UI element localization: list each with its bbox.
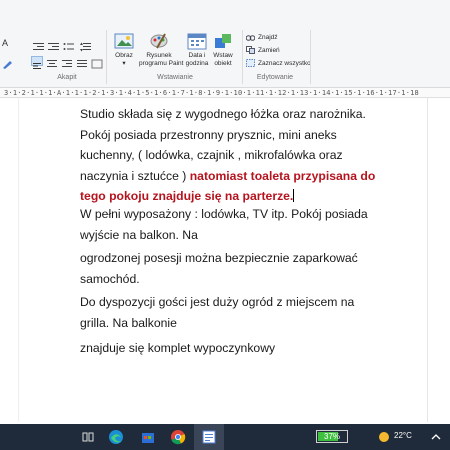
binoculars-icon xyxy=(245,33,256,41)
weather-sun-icon[interactable] xyxy=(376,429,392,445)
battery-percent: 37% xyxy=(324,432,341,441)
text-cursor xyxy=(293,189,295,202)
paragraph-group-label: Akapit xyxy=(57,74,77,81)
justify-icon[interactable] xyxy=(76,56,88,67)
select-all-icon xyxy=(246,59,255,67)
paint-drawing-button[interactable]: Rysunek programu Paint xyxy=(139,32,183,74)
edit-group-label: Edytowanie xyxy=(256,74,294,81)
insert-image-button[interactable]: Obraz ▾ xyxy=(107,32,141,74)
ruler-scale: 3·1·2·1·1·1·A·1·1·1·2·1·3·1·4·1·5·1·6·1·… xyxy=(4,89,419,97)
align-right-icon[interactable] xyxy=(61,56,73,67)
ribbon: A Akapit Obraz ▾ Rysunek programu Paint … xyxy=(0,0,450,88)
temperature-text[interactable]: 22°C xyxy=(394,431,412,440)
dropdown-arrow-icon: ▾ xyxy=(122,60,126,67)
task-view-icon[interactable] xyxy=(80,429,96,445)
battery-indicator[interactable]: 37% xyxy=(316,430,348,443)
paragraph-5[interactable]: znajduje się komplet wypoczynkowy xyxy=(80,338,380,359)
taskbar: 37% 22°C xyxy=(0,424,450,450)
paragraph-2[interactable]: W pełni wyposażony : lodówka, TV itp. Po… xyxy=(80,204,380,245)
ribbon-separator xyxy=(242,30,243,84)
chevron-up-icon[interactable] xyxy=(428,429,444,445)
document-page[interactable]: Studio składa się z wygodnego łóżka oraz… xyxy=(18,98,428,422)
align-center-icon[interactable] xyxy=(46,56,58,67)
wordpad-icon[interactable] xyxy=(201,429,217,445)
line-spacing-icon[interactable] xyxy=(80,39,92,52)
document-area[interactable]: Studio składa się z wygodnego łóżka oraz… xyxy=(0,98,450,422)
paragraph-4[interactable]: Do dyspozycji gości jest duży ogród z mi… xyxy=(80,292,380,333)
calendar-icon xyxy=(187,32,207,50)
bullets-icon[interactable] xyxy=(63,39,75,50)
image-icon xyxy=(114,32,134,50)
replace-button[interactable]: Zamień xyxy=(246,46,280,54)
paragraph-1[interactable]: Studio składa się z wygodnego łóżka oraz… xyxy=(80,104,380,207)
chrome-icon[interactable] xyxy=(170,429,186,445)
increase-indent-icon[interactable] xyxy=(48,39,60,50)
paragraph-3[interactable]: ogrodzonej posesji można bezpiecznie zap… xyxy=(80,248,380,289)
object-icon xyxy=(213,32,233,50)
insert-group-label: Wstawianie xyxy=(157,74,193,81)
ribbon-separator xyxy=(310,30,311,84)
insert-object-button[interactable]: Wstaw obiekt xyxy=(206,32,240,74)
paint-icon xyxy=(149,32,169,50)
select-all-button[interactable]: Zaznacz wszystko xyxy=(246,59,311,67)
pen-icon[interactable] xyxy=(2,56,14,69)
edge-icon[interactable] xyxy=(108,429,124,445)
font-size-icon[interactable]: A xyxy=(2,38,14,48)
align-left-icon[interactable] xyxy=(31,56,43,69)
find-button[interactable]: Znajdź xyxy=(245,33,278,41)
ruler[interactable]: 3·1·2·1·1·1·A·1·1·1·2·1·3·1·4·1·5·1·6·1·… xyxy=(0,88,450,98)
decrease-indent-icon[interactable] xyxy=(33,39,45,50)
replace-icon xyxy=(246,46,255,54)
paragraph-icon[interactable] xyxy=(91,56,103,69)
store-icon[interactable] xyxy=(140,429,156,445)
